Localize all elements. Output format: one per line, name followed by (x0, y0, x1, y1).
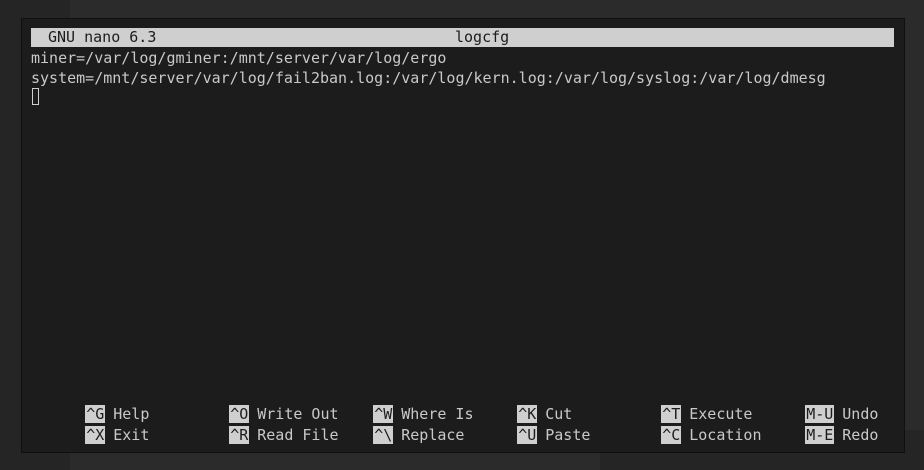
shortcut-redo[interactable]: M-E Redo (751, 407, 878, 444)
editor-area[interactable]: miner=/var/log/gminer:/mnt/server/var/lo… (31, 48, 895, 88)
shortcut-key: ^X (85, 426, 106, 444)
shortcut-label: Paste (545, 426, 591, 444)
shortcut-cut[interactable]: ^K Cut (463, 386, 572, 423)
shortcut-read-file[interactable]: ^R Read File (175, 407, 339, 444)
nano-title-bar: GNU nano 6.3 logcfg (31, 28, 894, 47)
editor-line[interactable]: miner=/var/log/gminer:/mnt/server/var/lo… (31, 48, 895, 68)
shortcut-help[interactable]: ^G Help (31, 386, 149, 423)
shortcut-write-out[interactable]: ^O Write Out (175, 386, 339, 423)
shortcut-key: ^C (661, 426, 682, 444)
shortcut-paste[interactable]: ^U Paste (463, 407, 590, 444)
editor-line[interactable]: system=/mnt/server/var/log/fail2ban.log:… (31, 68, 895, 88)
shortcut-bar: ^G Help ^O Write Out ^W Where Is ^K Cut ^T Ex… (31, 386, 895, 444)
shortcut-key: ^\ (373, 426, 394, 444)
shortcut-key: ^U (517, 426, 538, 444)
shortcut-label: Replace (401, 426, 465, 444)
shortcut-undo[interactable]: M-U Undo (751, 386, 878, 423)
text-cursor (32, 88, 39, 105)
shortcut-label: Exit (113, 426, 150, 444)
terminal-window[interactable]: GNU nano 6.3 logcfg miner=/var/log/gmine… (21, 18, 905, 453)
shortcut-key: ^R (229, 426, 250, 444)
shortcut-execute[interactable]: ^T Execute (607, 386, 752, 423)
shortcut-exit[interactable]: ^X Exit (31, 407, 149, 444)
shortcut-location[interactable]: ^C Location (607, 407, 762, 444)
shortcut-replace[interactable]: ^\ Replace (319, 407, 464, 444)
shortcut-key: M-E (805, 426, 835, 444)
file-name: logcfg (455, 28, 510, 46)
app-version: GNU nano 6.3 (48, 28, 157, 46)
shortcut-where-is[interactable]: ^W Where Is (319, 386, 474, 423)
shortcut-label: Redo (842, 426, 879, 444)
